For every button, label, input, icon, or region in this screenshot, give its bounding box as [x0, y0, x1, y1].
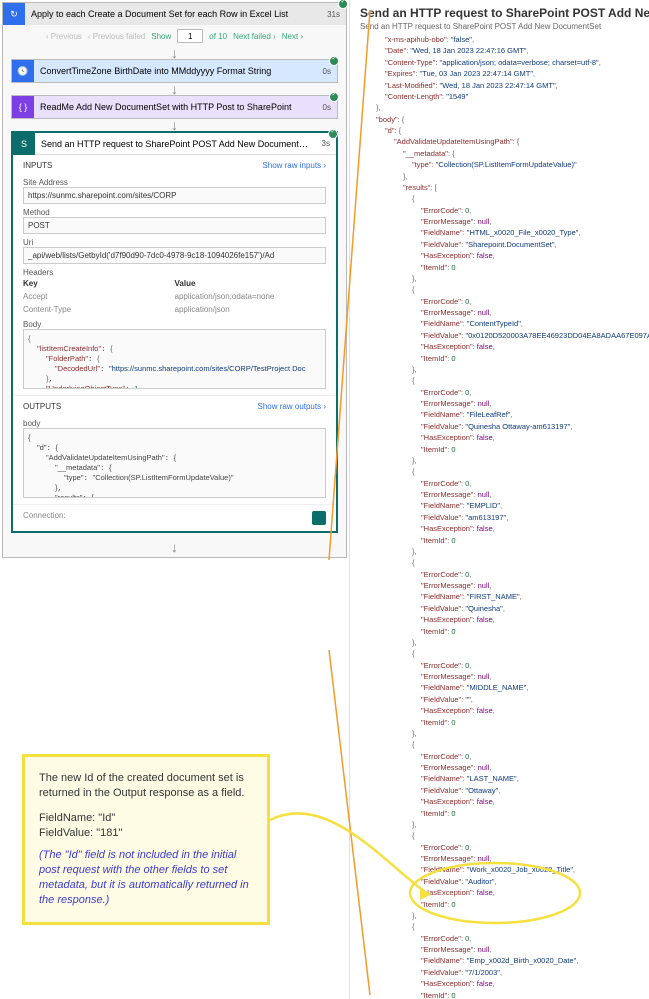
method-field[interactable]: POST	[23, 217, 326, 234]
success-icon	[329, 56, 339, 66]
json-viewer[interactable]: "x-ms-apihub-obo": "false", "Date": "Wed…	[350, 33, 649, 999]
show-raw-outputs-link[interactable]: Show raw outputs ›	[258, 402, 326, 411]
foreach-duration: 31s	[321, 10, 346, 19]
body-json[interactable]: { "listItemCreateInfo": { "FolderPath": …	[23, 329, 326, 389]
outputs-section: OUTPUTS Show raw outputs ›	[13, 395, 336, 415]
arrow-icon: ↓	[3, 47, 346, 59]
success-icon	[338, 0, 348, 9]
site-address-field[interactable]: https://sunmc.sharepoint.com/sites/CORP	[23, 187, 326, 204]
site-address-label: Site Address	[23, 178, 326, 187]
success-icon	[329, 92, 339, 102]
foreach-loop-card[interactable]: ↻ Apply to each Create a Document Set fo…	[2, 2, 347, 558]
annotation-p4: (The "Id" field is not included in the i…	[39, 848, 253, 907]
arrow-icon: ↓	[3, 83, 346, 95]
loop-icon: ↻	[3, 3, 25, 25]
body-label: Body	[23, 320, 326, 329]
http-action-card[interactable]: S Send an HTTP request to SharePoint POS…	[11, 131, 338, 533]
headers-label: Headers	[23, 268, 326, 277]
success-icon	[328, 129, 338, 139]
show-raw-inputs-link[interactable]: Show raw inputs ›	[262, 161, 326, 170]
method-label: Method	[23, 208, 326, 217]
inputs-form: Site Address https://sunmc.sharepoint.co…	[13, 178, 336, 395]
annotation-callout: The new Id of the created document set i…	[22, 754, 270, 925]
uri-label: Uri	[23, 238, 326, 247]
sharepoint-conn-icon[interactable]	[312, 511, 326, 525]
convert-timezone-card[interactable]: 🕓 ConvertTimeZone BirthDate into MMddyyy…	[11, 59, 338, 83]
compose-icon: { }	[12, 96, 34, 118]
annotation-p3: FieldValue: "181"	[39, 826, 253, 841]
arrow-icon: ↓	[3, 119, 346, 131]
of-label: of 10	[209, 32, 227, 41]
next-failed-btn[interactable]: Next failed ›	[233, 32, 276, 41]
annotation-p1: The new Id of the created document set i…	[39, 771, 253, 801]
next-btn[interactable]: Next ›	[282, 32, 303, 41]
raw-output-panel: Send an HTTP request to SharePoint POST …	[349, 0, 649, 999]
sharepoint-icon: S	[13, 133, 35, 155]
show-label: Show	[151, 32, 171, 41]
prev-failed-btn: ‹ Previous failed	[88, 32, 145, 41]
annotation-p2: FieldName: "Id"	[39, 811, 253, 826]
outputs-form: body { "d": { "AddValidateUpdateItemUsin…	[13, 419, 336, 504]
iteration-nav: ‹ Previous ‹ Previous failed Show of 10 …	[3, 25, 346, 47]
panel-title: Send an HTTP request to SharePoint POST …	[360, 6, 649, 20]
output-json[interactable]: { "d": { "AddValidateUpdateItemUsingPath…	[23, 428, 326, 498]
prev-btn: ‹ Previous	[46, 32, 82, 41]
arrow-icon: ↓	[3, 541, 346, 553]
inputs-section: INPUTS Show raw inputs ›	[13, 155, 336, 174]
readme-card[interactable]: { } ReadMe Add New DocumentSet with HTTP…	[11, 95, 338, 119]
iteration-input[interactable]	[177, 29, 203, 43]
panel-subtitle: Send an HTTP request to SharePoint POST …	[360, 22, 649, 31]
foreach-title: Apply to each Create a Document Set for …	[25, 9, 321, 19]
clock-icon: 🕓	[12, 60, 34, 82]
connection-row: Connection:	[13, 504, 336, 531]
out-body-label: body	[23, 419, 326, 428]
uri-field[interactable]: _api/web/lists/GetbyId('d7f90d90-7dc0-49…	[23, 247, 326, 264]
